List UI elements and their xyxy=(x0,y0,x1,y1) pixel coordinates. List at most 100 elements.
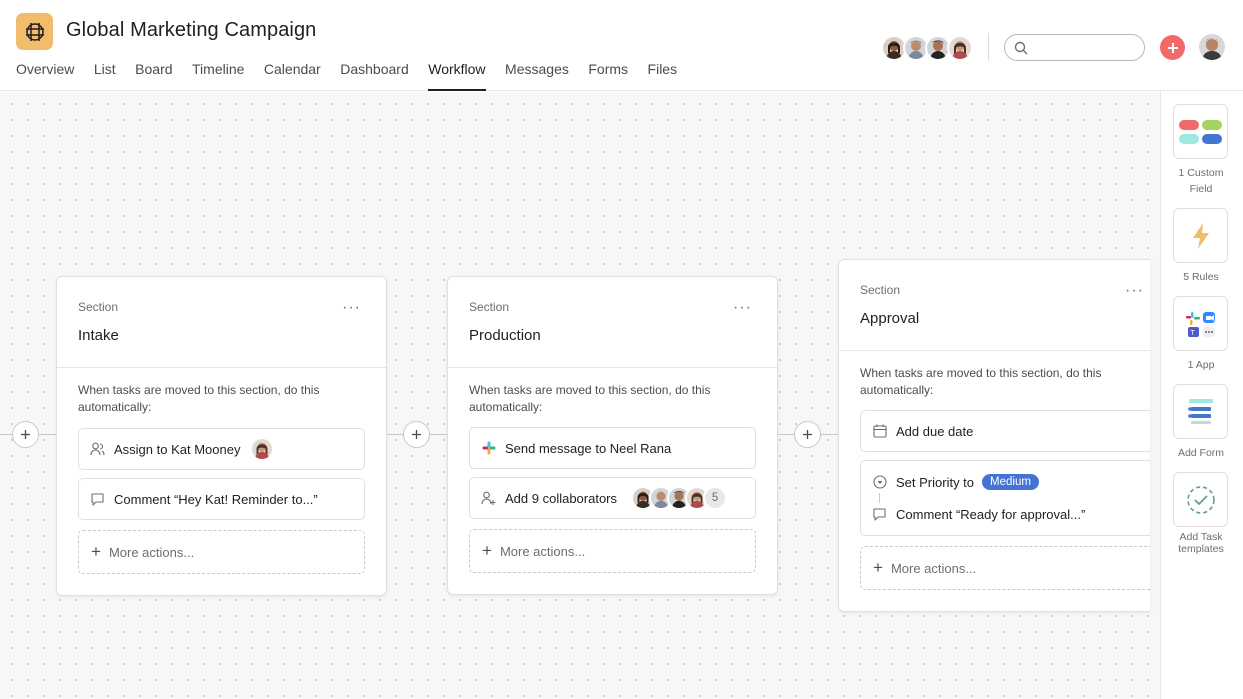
sidebar-item-rules[interactable]: 5 Rules xyxy=(1173,208,1230,285)
custom-field-tile xyxy=(1173,104,1228,159)
action-text: Assign to Kat Mooney xyxy=(114,441,241,457)
avatar xyxy=(250,437,275,461)
task-template-tile xyxy=(1173,472,1228,527)
section-card-header: Section Production ··· xyxy=(448,277,777,368)
section-instructions: When tasks are moved to this section, do… xyxy=(860,366,1102,397)
action-text: Add due date xyxy=(896,423,974,439)
plus-icon: + xyxy=(482,541,492,560)
workflow-sidebar: 1 Custom Field 5 Rules T 1 App Add Form … xyxy=(1160,92,1243,699)
more-actions-button[interactable]: + More actions... xyxy=(469,529,756,573)
plus-icon: + xyxy=(873,558,883,577)
section-label: Section xyxy=(469,300,510,314)
step-connector xyxy=(879,493,880,503)
add-section-button[interactable] xyxy=(403,421,430,448)
plus-icon xyxy=(803,430,812,439)
rule-action-priority-group[interactable]: Set Priority to Medium Comment “Ready fo… xyxy=(860,460,1150,536)
sidebar-item-apps[interactable]: T 1 App xyxy=(1173,296,1230,373)
priority-pill: Medium xyxy=(982,474,1039,490)
sidebar-item-label: Add Task templates xyxy=(1178,531,1224,555)
more-options-icon[interactable]: ··· xyxy=(1125,283,1144,299)
lightning-icon xyxy=(1192,222,1209,249)
add-section-button[interactable] xyxy=(794,421,821,448)
sidebar-item-custom-field[interactable]: 1 Custom Field xyxy=(1173,104,1230,197)
more-actions-button[interactable]: + More actions... xyxy=(860,546,1150,590)
tab-board[interactable]: Board xyxy=(135,56,172,91)
tab-forms[interactable]: Forms xyxy=(588,56,628,91)
tab-calendar[interactable]: Calendar xyxy=(264,56,321,91)
project-header: Global Marketing Campaign Overview List … xyxy=(0,0,1243,91)
sidebar-item-label: 5 Rules xyxy=(1183,271,1219,283)
section-card-production: Section Production ··· When tasks are mo… xyxy=(447,276,778,595)
rule-action-due-date[interactable]: Add due date xyxy=(860,410,1150,452)
rule-action-comment[interactable]: Comment “Hey Kat! Reminder to...” xyxy=(78,478,365,520)
sidebar-item-form[interactable]: Add Form xyxy=(1173,384,1230,461)
slack-icon xyxy=(481,441,496,456)
project-tabs: Overview List Board Timeline Calendar Da… xyxy=(16,56,697,91)
action-text: Set Priority to xyxy=(896,474,975,490)
search-icon xyxy=(1014,41,1028,55)
section-card-header: Section Approval ··· xyxy=(839,260,1150,351)
tab-overview[interactable]: Overview xyxy=(16,56,74,91)
rules-tile xyxy=(1173,208,1228,263)
project-members[interactable] xyxy=(881,35,973,61)
section-instructions: When tasks are moved to this section, do… xyxy=(78,383,320,414)
add-button[interactable] xyxy=(1160,35,1185,60)
user-avatar[interactable] xyxy=(1199,34,1225,60)
comment-icon xyxy=(90,492,105,507)
search-box[interactable] xyxy=(1004,34,1145,61)
action-text: Comment “Hey Kat! Reminder to...” xyxy=(114,491,318,507)
tab-messages[interactable]: Messages xyxy=(505,56,569,91)
custom-field-icon xyxy=(1178,119,1222,144)
more-actions-label: More actions... xyxy=(499,543,586,559)
header-divider xyxy=(988,33,989,61)
tab-workflow[interactable]: Workflow xyxy=(428,56,486,91)
more-actions-label: More actions... xyxy=(890,560,977,576)
section-card-header: Section Intake ··· xyxy=(57,277,386,368)
sidebar-item-label: 1 Custom Field xyxy=(1178,167,1224,195)
priority-icon xyxy=(872,475,887,490)
section-name[interactable]: Approval xyxy=(860,310,919,327)
plus-icon xyxy=(412,430,421,439)
section-card-intake: Section Intake ··· When tasks are moved … xyxy=(56,276,387,596)
comment-icon xyxy=(872,507,887,522)
plus-icon xyxy=(21,430,30,439)
section-card-approval: Section Approval ··· When tasks are move… xyxy=(838,259,1150,612)
rule-action-assign[interactable]: Assign to Kat Mooney xyxy=(78,428,365,470)
form-tile xyxy=(1173,384,1228,439)
grid-globe-icon xyxy=(25,22,44,41)
assign-person-icon xyxy=(90,442,105,457)
extra-collaborators-count: 5 xyxy=(703,486,728,510)
apps-icon: T xyxy=(1185,311,1215,337)
rule-action-comment[interactable]: Comment “Ready for approval...” xyxy=(872,505,1150,523)
rule-action-collaborators[interactable]: Add 9 collaborators 5 xyxy=(469,477,756,519)
section-label: Section xyxy=(78,300,119,314)
tab-list[interactable]: List xyxy=(94,56,116,91)
sidebar-item-task-templates[interactable]: Add Task templates xyxy=(1173,472,1230,555)
sidebar-item-label: Add Form xyxy=(1177,447,1225,459)
action-text: Send message to Neel Rana xyxy=(505,440,672,456)
more-actions-button[interactable]: + More actions... xyxy=(78,530,365,574)
section-instructions: When tasks are moved to this section, do… xyxy=(469,383,711,414)
calendar-icon xyxy=(872,424,887,439)
more-options-icon[interactable]: ··· xyxy=(733,300,752,316)
rule-action-priority[interactable]: Set Priority to Medium xyxy=(872,473,1150,491)
apps-tile: T xyxy=(1173,296,1228,351)
plus-icon xyxy=(1167,42,1178,53)
more-actions-label: More actions... xyxy=(108,544,195,560)
rule-action-slack[interactable]: Send message to Neel Rana xyxy=(469,427,756,469)
tab-files[interactable]: Files xyxy=(648,56,678,91)
section-name[interactable]: Production xyxy=(469,327,541,344)
section-name[interactable]: Intake xyxy=(78,327,119,344)
project-title[interactable]: Global Marketing Campaign xyxy=(66,19,316,42)
action-text: Add 9 collaborators xyxy=(505,490,618,506)
section-label: Section xyxy=(860,283,901,297)
plus-icon: + xyxy=(91,542,101,561)
project-icon[interactable] xyxy=(16,13,53,50)
action-text: Comment “Ready for approval...” xyxy=(896,506,1086,522)
more-options-icon[interactable]: ··· xyxy=(342,300,361,316)
tab-dashboard[interactable]: Dashboard xyxy=(340,56,409,91)
add-section-button[interactable] xyxy=(12,421,39,448)
tab-timeline[interactable]: Timeline xyxy=(192,56,244,91)
search-input[interactable] xyxy=(1035,39,1135,57)
collaborator-avatars: 5 xyxy=(631,486,728,510)
